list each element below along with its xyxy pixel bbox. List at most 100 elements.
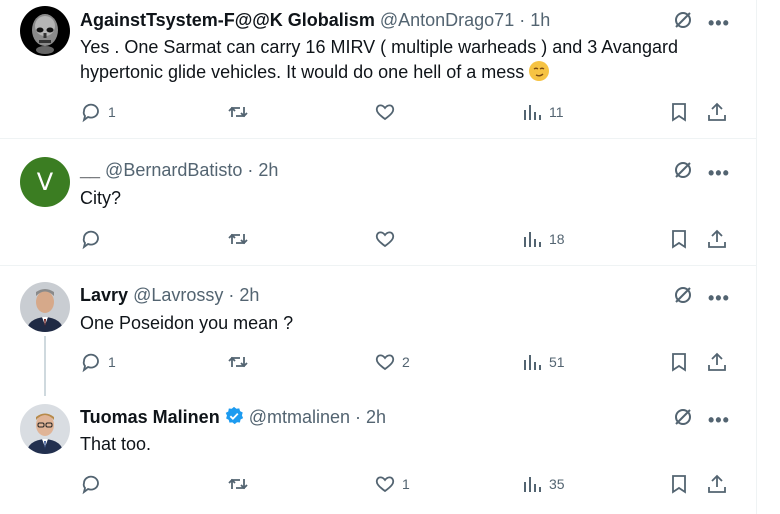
avatar-man-glasses[interactable] <box>20 404 70 454</box>
more-options-icon[interactable]: ••• <box>708 411 730 429</box>
views-button[interactable]: 11 <box>521 100 564 124</box>
smirk-emoji-icon <box>528 60 550 89</box>
share-icon <box>708 102 726 121</box>
bookmark-button[interactable] <box>668 472 690 496</box>
tweet-text: Yes . One Sarmat can carry 16 MIRV ( mul… <box>80 35 740 89</box>
share-icon <box>708 474 726 493</box>
tweet-text: That too. <box>80 432 740 457</box>
avatar-man-suit[interactable] <box>20 282 70 332</box>
reply-icon <box>82 353 99 373</box>
display-name[interactable]: AgainstTsystem-F@@K Globalism <box>80 10 375 30</box>
views-chart-icon <box>524 105 541 120</box>
grok-slash-icon[interactable] <box>672 159 694 186</box>
heart-icon <box>375 476 395 493</box>
share-button[interactable] <box>706 350 728 374</box>
tweet-text-content: City? <box>80 188 122 208</box>
like-button[interactable]: 2 <box>374 350 410 374</box>
grok-slash-icon[interactable] <box>672 284 694 311</box>
reply-icon <box>82 475 99 495</box>
share-button[interactable] <box>706 227 728 251</box>
tweet-top-actions: ••• <box>672 159 730 186</box>
avatar-letter-v[interactable]: V <box>20 157 70 207</box>
retweet-button[interactable] <box>227 472 255 496</box>
timestamp[interactable]: 1h <box>530 10 550 30</box>
retweet-button[interactable] <box>227 227 255 251</box>
tweet-actions: 1 2 51 <box>80 350 740 374</box>
bookmark-button[interactable] <box>668 100 690 124</box>
user-handle[interactable]: @AntonDrago71 <box>380 10 514 30</box>
view-count: 35 <box>549 476 565 492</box>
grok-slash-icon[interactable] <box>672 9 694 36</box>
view-count: 18 <box>549 231 565 247</box>
avatar-letter: V <box>36 168 54 196</box>
tweet-header: Lavry @Lavrossy · 2h <box>80 284 259 306</box>
retweet-button[interactable] <box>227 100 255 124</box>
tweet-4[interactable]: Tuomas Malinen @mtmalinen · 2h ••• That … <box>0 392 756 514</box>
view-count: 51 <box>549 354 565 370</box>
tweet-header: Tuomas Malinen @mtmalinen · 2h <box>80 406 386 431</box>
share-icon <box>708 352 726 371</box>
timestamp[interactable]: 2h <box>239 285 259 305</box>
views-button[interactable]: 18 <box>521 227 565 251</box>
reply-count: 1 <box>108 354 116 370</box>
retweet-button[interactable] <box>227 350 255 374</box>
views-button[interactable]: 35 <box>521 472 565 496</box>
tweet-top-actions: ••• <box>672 406 730 433</box>
bookmark-button[interactable] <box>668 227 690 251</box>
more-options-icon[interactable]: ••• <box>708 164 730 182</box>
tweet-header: __ @BernardBatisto · 2h <box>80 159 278 181</box>
bookmark-button[interactable] <box>668 350 690 374</box>
reply-button[interactable]: 1 <box>80 350 116 374</box>
tweet-text-content: Yes . One Sarmat can carry 16 MIRV ( mul… <box>80 37 678 82</box>
separator-dot: · <box>228 285 235 305</box>
tweet-2[interactable]: V __ @BernardBatisto · 2h ••• City? 18 <box>0 139 756 265</box>
verified-badge-icon[interactable] <box>224 406 244 431</box>
tweet-text-content: One Poseidon you mean ? <box>80 313 294 333</box>
separator-dot: · <box>247 160 254 180</box>
more-options-icon[interactable]: ••• <box>708 14 730 32</box>
bookmark-icon <box>672 103 686 122</box>
bookmark-icon <box>672 475 686 494</box>
user-handle[interactable]: @mtmalinen <box>249 407 350 427</box>
tweet-actions: 18 <box>80 227 740 251</box>
like-button[interactable] <box>374 227 402 251</box>
tweet-3[interactable]: Lavry @Lavrossy · 2h ••• One Poseidon yo… <box>0 266 756 396</box>
like-count: 2 <box>402 354 410 370</box>
tweet-1[interactable]: AgainstTsystem-F@@K Globalism @AntonDrag… <box>0 0 756 137</box>
views-chart-icon <box>524 355 541 370</box>
timestamp[interactable]: 2h <box>258 160 278 180</box>
like-button[interactable]: 1 <box>374 472 410 496</box>
heart-icon <box>375 354 395 371</box>
views-button[interactable]: 51 <box>521 350 565 374</box>
avatar-skull[interactable] <box>20 6 70 56</box>
tweet-top-actions: ••• <box>672 9 730 36</box>
bookmark-icon <box>672 230 686 249</box>
share-icon <box>708 229 726 248</box>
retweet-icon <box>228 478 248 490</box>
column-border <box>756 0 757 514</box>
reply-button[interactable] <box>80 227 108 251</box>
bookmark-icon <box>672 353 686 372</box>
separator-dot: · <box>519 10 526 30</box>
user-handle[interactable]: @BernardBatisto <box>105 160 242 180</box>
tweet-actions: 1 35 <box>80 472 740 496</box>
more-options-icon[interactable]: ••• <box>708 289 730 307</box>
grok-slash-icon[interactable] <box>672 406 694 433</box>
reply-icon <box>82 230 99 250</box>
display-name[interactable]: Tuomas Malinen <box>80 407 220 427</box>
reply-icon <box>82 103 99 123</box>
reply-button[interactable] <box>80 472 108 496</box>
views-chart-icon <box>524 232 541 247</box>
share-button[interactable] <box>706 472 728 496</box>
reply-count: 1 <box>108 104 116 120</box>
display-name[interactable]: Lavry <box>80 285 128 305</box>
heart-icon <box>375 104 395 121</box>
share-button[interactable] <box>706 100 728 124</box>
timestamp[interactable]: 2h <box>366 407 386 427</box>
tweet-text: One Poseidon you mean ? <box>80 311 740 336</box>
like-button[interactable] <box>374 100 402 124</box>
user-handle[interactable]: @Lavrossy <box>133 285 223 305</box>
display-name[interactable]: __ <box>80 160 100 180</box>
retweet-icon <box>228 233 248 245</box>
reply-button[interactable]: 1 <box>80 100 116 124</box>
